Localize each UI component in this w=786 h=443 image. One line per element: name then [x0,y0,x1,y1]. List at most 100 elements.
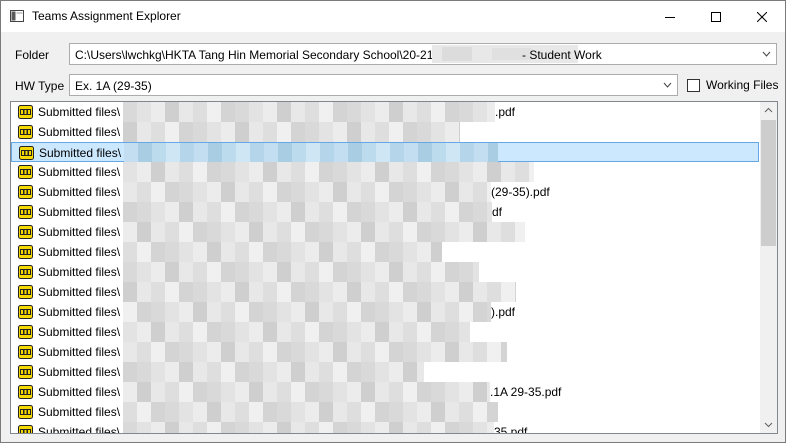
file-row[interactable]: Submitted files\ [11,162,759,182]
folder-path-suffix: - Student Work [522,48,602,62]
pdf-icon [18,225,33,239]
file-row-prefix: Submitted files\ [38,385,121,399]
file-row-suffix: .pdf [495,105,516,119]
redacted-block [123,262,479,282]
file-row-prefix: Submitted files\ [38,285,121,299]
file-row-prefix: Submitted files\ [38,105,121,119]
working-files-checkbox[interactable] [687,78,700,92]
working-files-label: Working Files [706,78,779,92]
file-row-suffix: ).pdf [491,305,516,319]
pdf-icon [18,105,33,119]
maximize-button[interactable] [693,1,739,32]
file-row-prefix: Submitted files\ [38,225,121,239]
working-files-toggle[interactable]: Working Files [687,77,778,93]
pdf-icon [18,345,33,359]
file-row-prefix: Submitted files\ [38,305,121,319]
pdf-icon [18,285,33,299]
hw-type-label: HW Type [15,79,65,93]
folder-combobox[interactable]: C:\Users\lwchkg\HKTA Tang Hin Memorial S… [69,43,777,65]
close-icon [757,11,767,22]
redacted-block [123,282,516,302]
file-row[interactable]: Submitted files\ [11,342,759,362]
pdf-icon [19,146,34,160]
pdf-icon [18,425,33,433]
redacted-block [123,182,491,202]
scroll-down-button[interactable] [760,416,777,433]
redacted-block [123,382,490,402]
pdf-icon [18,125,33,139]
pdf-icon [18,365,33,379]
minimize-icon [665,16,675,18]
redacted-block [123,222,525,242]
window-title: Teams Assignment Explorer [32,9,181,23]
redacted-block [123,122,460,142]
file-row[interactable]: Submitted files\ [11,122,759,142]
file-row-prefix: Submitted files\ [39,146,122,160]
redacted-block [123,162,534,182]
file-row[interactable]: Submitted files\ [11,282,759,302]
file-row[interactable]: Submitted files\ 35.pdf [11,422,759,434]
redacted-block [123,422,494,433]
file-row-prefix: Submitted files\ [38,245,121,259]
pdf-icon [18,385,33,399]
file-row-prefix: Submitted files\ [38,185,121,199]
file-row-suffix: 35.pdf [494,425,528,434]
pdf-icon [18,305,33,319]
file-row[interactable]: Submitted files\ [11,242,759,262]
pdf-icon [18,325,33,339]
file-row[interactable]: Submitted files\ [11,222,759,242]
redacted-block [123,402,498,422]
file-row-prefix: Submitted files\ [38,365,121,379]
vertical-scrollbar[interactable] [760,102,777,433]
file-row-prefix: Submitted files\ [38,425,121,434]
file-row-prefix: Submitted files\ [38,265,121,279]
file-row[interactable]: Submitted files\ [11,142,759,163]
file-row[interactable]: Submitted files\ .pdf [11,102,759,122]
file-list[interactable]: Submitted files\ .pdf Submitted files\ Subm… [10,101,778,434]
redacted-block [123,342,507,362]
pdf-icon [18,165,33,179]
file-row-prefix: Submitted files\ [38,345,121,359]
file-row-prefix: Submitted files\ [38,405,121,419]
pdf-icon [18,265,33,279]
folder-label: Folder [15,48,50,62]
pdf-icon [18,205,33,219]
scrollbar-thumb[interactable] [761,120,776,246]
file-row-suffix: (29-35).pdf [491,185,550,199]
file-row[interactable]: Submitted files\ [11,362,759,382]
redacted-block [123,102,495,122]
file-row[interactable]: Submitted files\ [11,262,759,282]
file-row-suffix: .1A 29-35.pdf [490,385,562,399]
file-row[interactable]: Submitted files\ .1A 29-35.pdf [11,382,759,402]
minimize-button[interactable] [647,1,693,32]
maximize-icon [711,11,721,22]
redacted-block [124,143,498,163]
file-row-prefix: Submitted files\ [38,125,121,139]
file-row-suffix: df [492,205,503,219]
file-row-prefix: Submitted files\ [38,165,121,179]
redacted-block [123,202,492,222]
pdf-icon [18,405,33,419]
file-row[interactable]: Submitted files\ [11,322,759,342]
app-icon [10,10,24,22]
pdf-icon [18,185,33,199]
file-row-prefix: Submitted files\ [38,325,121,339]
hw-type-value: Ex. 1A (29-35) [75,79,152,93]
close-button[interactable] [739,1,785,32]
scroll-up-button[interactable] [760,102,777,119]
pdf-icon [18,245,33,259]
file-row[interactable]: Submitted files\ df [11,202,759,222]
redacted-block [123,302,491,322]
chevron-down-icon [663,82,672,88]
file-row[interactable]: Submitted files\ (29-35).pdf [11,182,759,202]
chevron-down-icon [764,422,773,428]
hw-type-combobox[interactable]: Ex. 1A (29-35) [69,74,678,96]
redacted-block [123,242,442,262]
title-bar[interactable]: Teams Assignment Explorer [1,1,785,32]
file-row[interactable]: Submitted files\ [11,402,759,422]
file-row[interactable]: Submitted files\ ).pdf [11,302,759,322]
chevron-up-icon [764,107,773,113]
chevron-down-icon [762,51,771,57]
app-window: Teams Assignment Explorer Folder C:\User… [0,0,786,443]
redacted-block [123,322,470,342]
